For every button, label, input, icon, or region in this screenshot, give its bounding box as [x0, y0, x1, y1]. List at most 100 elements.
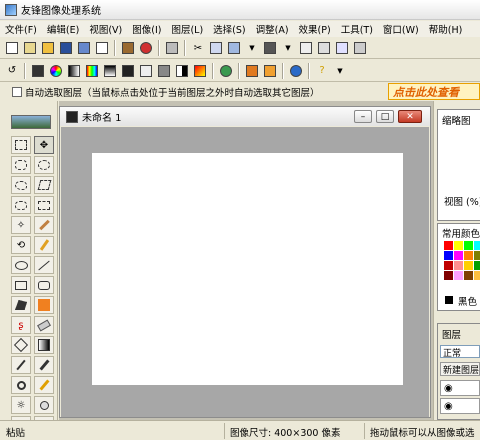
lasso-icon[interactable]: [11, 176, 31, 194]
transform-icon[interactable]: ⟲: [11, 236, 31, 254]
color-swatch[interactable]: [454, 251, 463, 260]
clipboard-dropdown-icon[interactable]: ▼: [280, 40, 296, 56]
layers-tab[interactable]: 图层: [442, 327, 461, 341]
contrast-icon[interactable]: [174, 63, 190, 79]
menu-tools[interactable]: 工具(T): [336, 22, 378, 36]
rounded-rect-tool-icon[interactable]: [34, 276, 54, 294]
current-color-swatch[interactable]: [445, 296, 453, 304]
hue-icon[interactable]: [84, 63, 100, 79]
color-swatch[interactable]: [464, 251, 473, 260]
paste-icon[interactable]: [226, 40, 242, 56]
print-icon[interactable]: [164, 40, 180, 56]
new-file-icon[interactable]: [4, 40, 20, 56]
copy-icon[interactable]: [208, 40, 224, 56]
menu-adjust[interactable]: 调整(A): [251, 22, 294, 36]
eraser-icon[interactable]: [34, 316, 54, 334]
open-folder-icon[interactable]: [40, 40, 56, 56]
globe-effect-icon[interactable]: [218, 63, 234, 79]
title-bar[interactable]: 友锋图像处理系统: [0, 0, 480, 20]
color-swatch[interactable]: [454, 261, 463, 270]
close-doc-icon[interactable]: [94, 40, 110, 56]
menu-help[interactable]: 帮助(H): [424, 22, 468, 36]
menu-layer[interactable]: 图层(L): [166, 22, 208, 36]
rounded-select-icon[interactable]: [11, 156, 31, 174]
zoom-icon[interactable]: [11, 376, 31, 394]
ellipse-tool-icon[interactable]: [11, 256, 31, 274]
color-swatch[interactable]: [464, 271, 473, 280]
curve-tool-icon[interactable]: ʂ: [11, 316, 31, 334]
undo-icon[interactable]: [298, 40, 314, 56]
text-tool-icon[interactable]: [34, 296, 54, 314]
color-swatch[interactable]: [474, 261, 480, 270]
menu-window[interactable]: 窗口(W): [378, 22, 424, 36]
image-mode-icon[interactable]: [30, 63, 46, 79]
fill-bucket-icon[interactable]: [11, 336, 31, 354]
gradient-icon[interactable]: [34, 336, 54, 354]
select-add-icon[interactable]: [34, 196, 54, 214]
menu-file[interactable]: 文件(F): [0, 22, 42, 36]
layer-visibility-row[interactable]: ◉: [440, 380, 480, 396]
capture-icon[interactable]: [120, 40, 136, 56]
color-swatch[interactable]: [454, 271, 463, 280]
color-balance-icon[interactable]: [192, 63, 208, 79]
blend-mode-select[interactable]: 正常: [440, 345, 480, 359]
thumbnail-tab[interactable]: 缩略图: [442, 113, 471, 127]
history-icon[interactable]: [334, 40, 350, 56]
color-wheel-icon[interactable]: [48, 63, 64, 79]
paste-dropdown-icon[interactable]: ▼: [244, 40, 260, 56]
auto-select-checkbox[interactable]: [12, 86, 22, 97]
ellipse-select-icon[interactable]: [34, 156, 54, 174]
cut-icon[interactable]: ✂: [190, 40, 206, 56]
menu-effects[interactable]: 效果(P): [294, 22, 336, 36]
rectangle-tool-icon[interactable]: [11, 276, 31, 294]
move-icon[interactable]: ✥: [34, 136, 54, 154]
color-swatch[interactable]: [474, 271, 480, 280]
menu-select[interactable]: 选择(S): [208, 22, 250, 36]
line-tool-icon[interactable]: [34, 256, 54, 274]
magic-wand-icon[interactable]: ✧: [11, 216, 31, 234]
web-icon[interactable]: [288, 63, 304, 79]
brush-icon[interactable]: [34, 356, 54, 374]
brightness-icon[interactable]: [156, 63, 172, 79]
maximize-button[interactable]: □: [376, 110, 394, 123]
document-title-bar[interactable]: 未命名 1 – □ ✕: [60, 107, 430, 126]
menu-image[interactable]: 图像(I): [127, 22, 166, 36]
polygon-select-icon[interactable]: [34, 176, 54, 194]
camera-icon[interactable]: [138, 40, 154, 56]
crop-icon[interactable]: [352, 40, 368, 56]
rotate-icon[interactable]: ↺: [4, 63, 20, 79]
redo-icon[interactable]: [316, 40, 332, 56]
color-swatch[interactable]: [444, 261, 453, 270]
promo-banner[interactable]: 点击此处查看: [388, 83, 480, 100]
menu-view[interactable]: 视图(V): [84, 22, 127, 36]
eyedropper-icon[interactable]: [11, 356, 31, 374]
image-canvas[interactable]: [92, 153, 403, 385]
scan-icon[interactable]: [22, 40, 38, 56]
clipboard-icon[interactable]: [262, 40, 278, 56]
airbrush-icon[interactable]: [34, 376, 54, 394]
levels-icon[interactable]: [120, 63, 136, 79]
color-swatch[interactable]: [464, 261, 473, 270]
new-layer-button[interactable]: 新建图层: [440, 362, 480, 376]
brush-select-icon[interactable]: [34, 216, 54, 234]
magnetic-lasso-icon[interactable]: [11, 196, 31, 214]
filter-2-icon[interactable]: [262, 63, 278, 79]
save-all-icon[interactable]: [76, 40, 92, 56]
filter-icon[interactable]: [244, 63, 260, 79]
close-button[interactable]: ✕: [398, 110, 422, 123]
sun-tool-icon[interactable]: ☼: [11, 396, 31, 414]
minimize-button[interactable]: –: [354, 110, 372, 123]
menu-edit[interactable]: 编辑(E): [42, 22, 84, 36]
layer-visibility-row[interactable]: ◉: [440, 398, 480, 414]
tip-dropdown-icon[interactable]: ▼: [332, 63, 348, 79]
burn-tool-icon[interactable]: [34, 396, 54, 414]
color-swatch[interactable]: [444, 271, 453, 280]
canvas-area[interactable]: [61, 127, 429, 417]
color-swatch[interactable]: [464, 241, 473, 250]
invert-icon[interactable]: [102, 63, 118, 79]
grayscale-icon[interactable]: [66, 63, 82, 79]
save-icon[interactable]: [58, 40, 74, 56]
tip-bulb-icon[interactable]: ?: [314, 63, 330, 79]
rect-select-icon[interactable]: [11, 136, 31, 154]
color-swatch[interactable]: [474, 251, 480, 260]
